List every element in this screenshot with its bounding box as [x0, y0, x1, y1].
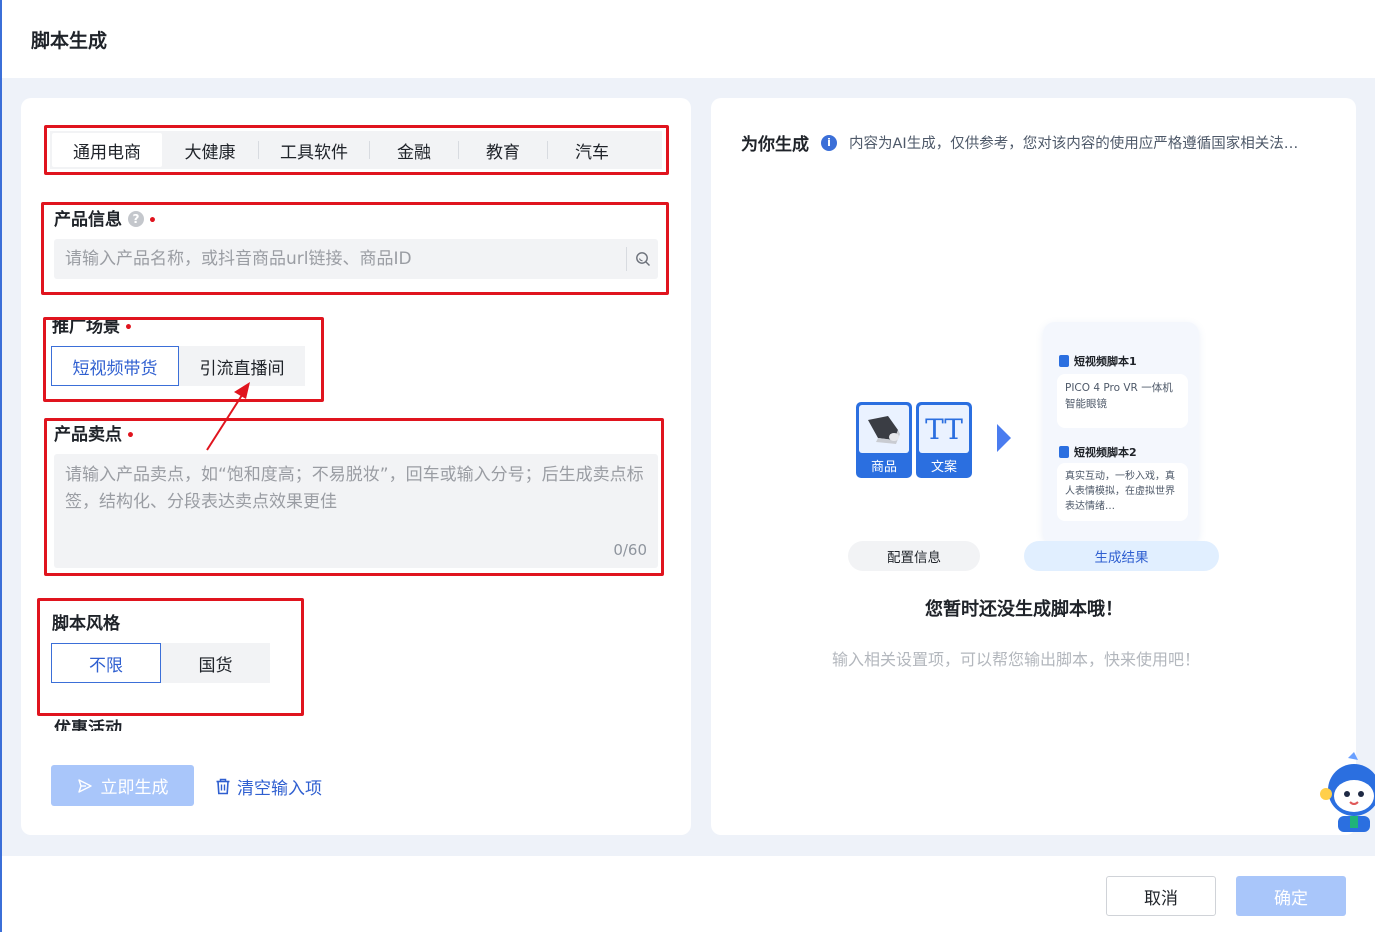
ai-disclaimer: 内容为AI生成，仅供参考，您对该内容的使用应严格遵循国家相关法… [849, 136, 1299, 152]
confirm-button[interactable]: 确定 [1236, 876, 1346, 916]
info-icon: i [821, 134, 837, 151]
script-style-selector: 不限 国货 [51, 643, 270, 683]
promo-scene-selector: 短视频带货 引流直播间 [51, 346, 305, 386]
empty-state-subtitle: 输入相关设置项，可以帮您输出脚本，快来使用吧！ [832, 650, 1201, 669]
tab-finance[interactable]: 金融 [370, 133, 458, 167]
industry-tabs: 通用电商 大健康 工具软件 金融 教育 汽车 [50, 131, 662, 169]
assistant-robot-icon[interactable] [1318, 750, 1375, 835]
result-pill: 生成结果 [1024, 541, 1219, 571]
product-info-input[interactable]: 请输入产品名称，或抖音商品url链接、商品ID [54, 239, 658, 279]
play-arrow-icon [997, 424, 1011, 452]
document-icon [1059, 355, 1069, 367]
dialog-title: 脚本生成 [31, 30, 108, 52]
document-icon [1059, 446, 1069, 458]
script-style-label: 脚本风格 [52, 614, 120, 634]
dialog-header: 脚本生成 [2, 0, 1375, 78]
script1-title: 短视频脚本1 [1059, 353, 1137, 369]
promo-scene-label: 推广场景 • [52, 317, 133, 337]
style-option-any[interactable]: 不限 [51, 643, 161, 683]
question-circle-icon[interactable]: ? [128, 211, 144, 227]
script1-preview: PICO 4 Pro VR 一体机智能眼镜 [1057, 374, 1188, 428]
result-panel [711, 98, 1356, 835]
char-counter: 0/60 [613, 541, 647, 559]
annotation-arrow [206, 382, 250, 451]
promotion-label: 优惠活动 [54, 719, 122, 731]
cancel-button[interactable]: 取消 [1106, 876, 1216, 916]
selling-points-textarea[interactable]: 请输入产品卖点，如“饱和度高；不易脱妆”，回车或输入分号；后生成卖点标签，结构化… [54, 454, 658, 568]
selling-points-label: 产品卖点 • [54, 425, 135, 445]
config-info-pill: 配置信息 [848, 541, 980, 571]
script2-title: 短视频脚本2 [1059, 444, 1137, 460]
product-info-placeholder: 请输入产品名称，或抖音商品url链接、商品ID [65, 249, 412, 269]
generate-button[interactable]: 立即生成 [51, 765, 194, 806]
tab-education[interactable]: 教育 [459, 133, 547, 167]
selling-points-placeholder: 请输入产品卖点，如“饱和度高；不易脱妆”，回车或输入分号；后生成卖点标签，结构化… [65, 465, 644, 512]
script2-preview: 真实互动，一秒入戏，真人表情模拟，在虚拟世界表达情绪… [1057, 463, 1188, 521]
vr-headset-icon [859, 405, 909, 453]
tab-health[interactable]: 大健康 [162, 133, 258, 167]
required-mark: • [124, 320, 133, 336]
tab-general-ecommerce[interactable]: 通用电商 [52, 133, 162, 167]
style-option-domestic[interactable]: 国货 [161, 643, 270, 683]
tab-software[interactable]: 工具软件 [259, 133, 369, 167]
product-info-label: 产品信息? • [54, 210, 157, 230]
required-mark: • [126, 428, 135, 444]
search-icon[interactable] [626, 247, 658, 271]
clear-inputs-button[interactable]: 清空输入项 [215, 774, 322, 799]
send-icon [77, 778, 92, 793]
empty-state-title: 您暂时还没生成脚本哦！ [925, 599, 1123, 620]
tab-auto[interactable]: 汽车 [548, 133, 636, 167]
required-mark: • [148, 213, 157, 229]
copy-card: TT 文案 [916, 402, 972, 478]
trash-icon [216, 778, 230, 795]
result-panel-title: 为你生成 i [741, 130, 837, 155]
product-card: 商品 [856, 402, 912, 478]
scene-option-short-video[interactable]: 短视频带货 [51, 346, 179, 386]
text-icon: TT [919, 405, 969, 453]
